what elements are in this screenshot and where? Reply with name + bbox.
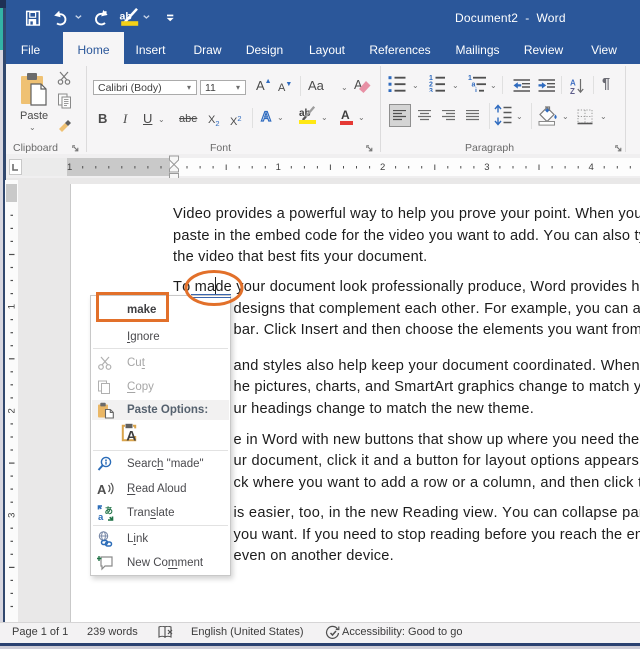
svg-text:4: 4 (589, 162, 594, 173)
svg-text:A: A (97, 482, 107, 497)
svg-text:2: 2 (7, 408, 18, 413)
svg-text:1: 1 (7, 304, 18, 309)
svg-text:1: 1 (67, 162, 72, 173)
svg-text:i: i (475, 88, 477, 92)
svg-text:1: 1 (276, 162, 281, 173)
svg-text:A: A (126, 428, 136, 443)
svg-text:2: 2 (380, 162, 385, 173)
svg-text:3: 3 (7, 513, 18, 518)
svg-text:3: 3 (484, 162, 489, 173)
svg-text:3: 3 (429, 88, 433, 92)
svg-text:あ: あ (105, 506, 114, 516)
svg-text:a: a (98, 512, 104, 521)
svg-text:Z: Z (570, 87, 575, 95)
